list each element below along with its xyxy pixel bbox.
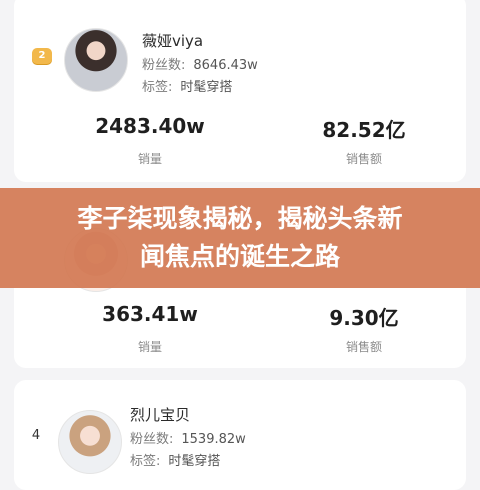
revenue-value: 9.30亿 — [329, 306, 399, 330]
tags: 标签: 时髦穿搭 — [130, 450, 220, 469]
streamer-card-4[interactable]: 4 烈儿宝贝 粉丝数: 1539.82w 标签: 时髦穿搭 — [14, 380, 466, 490]
rank-badge: 2 — [32, 48, 52, 64]
headline-banner[interactable]: 李子柒现象揭秘，揭秘头条新 闻焦点的诞生之路 — [0, 188, 480, 288]
sales-label: 销量 — [137, 340, 162, 354]
headline-text: 李子柒现象揭秘，揭秘头条新 闻焦点的诞生之路 — [0, 200, 480, 276]
sales-value: 2483.40w — [95, 114, 205, 138]
revenue-value: 82.52亿 — [322, 118, 406, 142]
avatar[interactable] — [64, 28, 128, 92]
streamer-name: 薇娅viya — [142, 32, 204, 50]
revenue-label: 销售额 — [345, 340, 382, 354]
rank-number: 4 — [31, 428, 41, 443]
tags: 标签: 时髦穿搭 — [142, 76, 232, 95]
tags-label: 标签: — [130, 454, 161, 469]
fans-value: 1539.82w — [181, 432, 246, 447]
streamer-card-2[interactable]: 2 薇娅viya 粉丝数: 8646.43w 标签: 时髦穿搭 2483.40w 销… — [14, 0, 466, 182]
fans-count: 粉丝数: 1539.82w — [130, 428, 246, 447]
tags-value: 时髦穿搭 — [168, 454, 221, 469]
tags-value: 时髦穿搭 — [180, 80, 233, 95]
streamer-name: 烈儿宝贝 — [130, 406, 191, 424]
tags-label: 标签: — [142, 80, 173, 95]
headline-line-1: 李子柒现象揭秘，揭秘头条新 — [77, 204, 403, 233]
fans-label: 粉丝数: — [142, 58, 186, 73]
sales-label: 销量 — [137, 152, 162, 166]
sales-value: 363.41w — [102, 302, 198, 326]
headline-line-2: 闻焦点的诞生之路 — [139, 242, 340, 271]
fans-count: 粉丝数: 8646.43w — [142, 54, 258, 73]
avatar[interactable] — [58, 410, 122, 474]
fans-value: 8646.43w — [193, 58, 258, 73]
fans-label: 粉丝数: — [130, 432, 174, 447]
revenue-label: 销售额 — [345, 152, 382, 166]
